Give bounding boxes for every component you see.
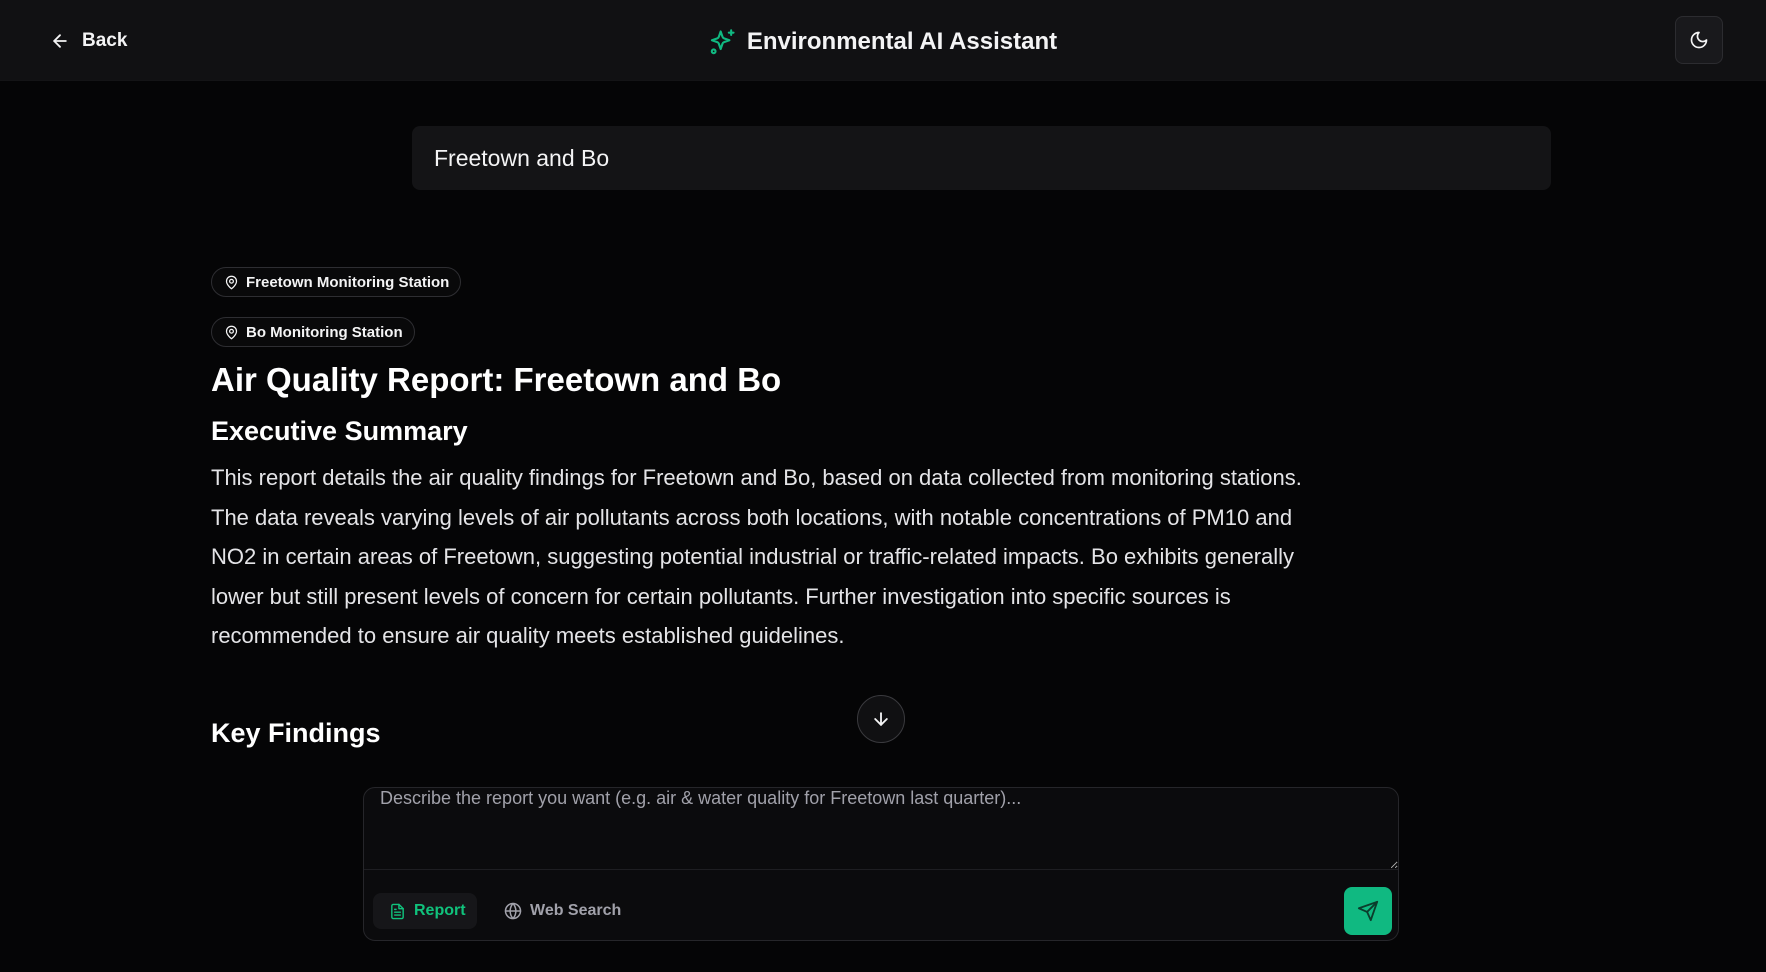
map-pin-icon (225, 275, 238, 289)
top-bar: Back Environmental AI Assistant (0, 0, 1766, 81)
user-query-text: Freetown and Bo (434, 144, 610, 171)
report-mode-label: Report (414, 902, 466, 919)
station-chip-label: Freetown Monitoring Station (246, 273, 450, 291)
key-findings-heading: Key Findings (211, 718, 381, 748)
station-chip-freetown[interactable]: Freetown Monitoring Station (211, 267, 462, 297)
message-composer: Report Web Search (363, 787, 1399, 941)
map-pin-icon (225, 325, 238, 339)
app-title: Environmental AI Assistant (746, 28, 1058, 55)
executive-summary-heading: Executive Summary (211, 416, 468, 446)
send-icon (1357, 900, 1379, 922)
sparkles-icon (710, 29, 735, 55)
report-title: Air Quality Report: Freetown and Bo (211, 361, 782, 398)
globe-icon (504, 902, 522, 920)
station-chip-bo[interactable]: Bo Monitoring Station (211, 317, 415, 347)
file-text-icon (391, 903, 404, 919)
executive-summary-text: This report details the air quality find… (211, 465, 1302, 648)
web-search-button[interactable]: Web Search (504, 893, 621, 929)
moon-icon (1690, 31, 1708, 49)
user-query-bubble: Freetown and Bo (412, 126, 1551, 190)
report-mode-button[interactable]: Report (373, 893, 477, 929)
prompt-input[interactable] (364, 788, 1398, 870)
report-content: Air Quality Report: Freetown and Bo Exec… (211, 358, 1341, 656)
theme-toggle-button[interactable] (1675, 16, 1723, 64)
arrow-down-icon (874, 712, 888, 726)
send-button[interactable] (1344, 887, 1392, 935)
app-title-group: Environmental AI Assistant (0, 24, 1766, 60)
station-chip-label: Bo Monitoring Station (246, 323, 403, 341)
web-search-label: Web Search (530, 902, 622, 919)
scroll-to-bottom-button[interactable] (857, 695, 905, 743)
